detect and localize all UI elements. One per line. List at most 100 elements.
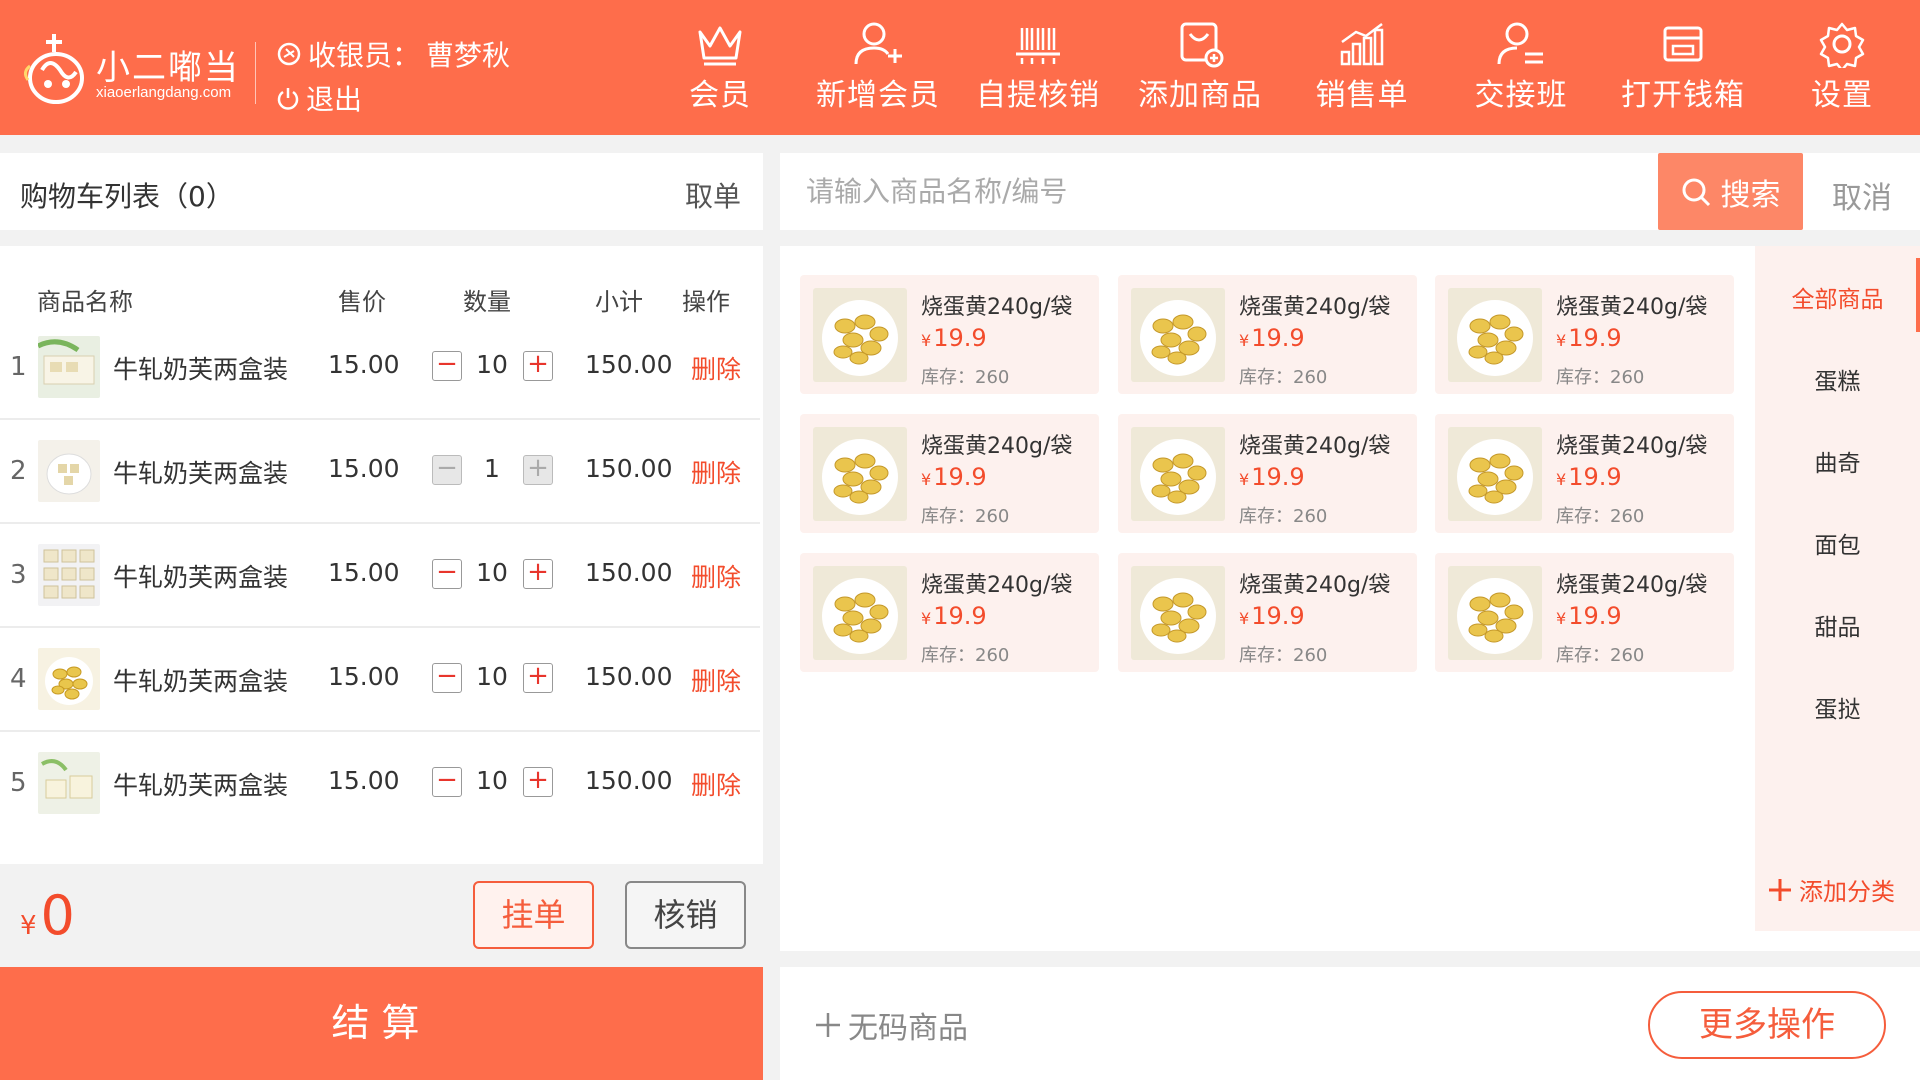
- currency-symbol: ¥: [1239, 609, 1250, 628]
- total-amount: 0: [40, 884, 75, 947]
- row-subtotal: 150.00: [585, 350, 673, 379]
- app-logo: 小二嘟当 xiaoerlangdang.com: [22, 26, 242, 116]
- nav-shift-handover[interactable]: 交接班: [1473, 20, 1569, 120]
- product-image: [1448, 288, 1542, 382]
- currency-symbol: ¥: [1239, 331, 1250, 350]
- nav-add-product-label: 添加商品: [1138, 78, 1262, 113]
- qty-increase-button[interactable]: +: [523, 351, 553, 381]
- cart-title: 购物车列表（0）: [20, 180, 234, 213]
- qty-value: 1: [484, 454, 500, 483]
- qty-increase-button[interactable]: +: [523, 767, 553, 797]
- no-barcode-product-button[interactable]: 无码商品: [814, 1003, 968, 1047]
- product-card[interactable]: 烧蛋黄240g/袋 ¥19.9 库存：260: [1435, 275, 1734, 394]
- retrieve-order-button[interactable]: 取单: [685, 175, 741, 215]
- product-name: 烧蛋黄240g/袋: [1556, 434, 1708, 459]
- delete-button[interactable]: 删除: [691, 766, 741, 802]
- product-name: 烧蛋黄240g/袋: [921, 295, 1073, 320]
- qty-increase-button[interactable]: +: [523, 455, 553, 485]
- product-image: [1131, 288, 1225, 382]
- product-name: 牛轧奶芙两盒装: [113, 459, 289, 488]
- category-cookie[interactable]: 曲奇: [1755, 444, 1920, 478]
- verify-button[interactable]: 核销: [625, 881, 746, 949]
- product-card[interactable]: 烧蛋黄240g/袋 ¥19.9 库存：260: [1118, 414, 1417, 533]
- nav-add-product[interactable]: 添加商品: [1137, 20, 1263, 120]
- table-row: 3 牛轧奶芙两盒装 15.00 − 10 + 150.00 删除: [0, 524, 763, 628]
- category-bread[interactable]: 面包: [1755, 526, 1920, 560]
- product-name: 牛轧奶芙两盒装: [113, 667, 289, 696]
- search-cancel-button[interactable]: 取消: [1832, 173, 1892, 217]
- logo-mark-icon: [23, 34, 84, 104]
- product-card[interactable]: 烧蛋黄240g/袋 ¥19.9 库存：260: [1118, 553, 1417, 672]
- delete-button[interactable]: 删除: [691, 454, 741, 490]
- product-name: 烧蛋黄240g/袋: [1239, 434, 1391, 459]
- table-row: 2 牛轧奶芙两盒装 15.00 − 1 + 150.00 删除: [0, 420, 763, 524]
- product-stock: 库存：260: [1556, 367, 1645, 388]
- nav-settings[interactable]: 设置: [1802, 20, 1882, 120]
- category-egg-tart[interactable]: 蛋挞: [1755, 690, 1920, 724]
- no-barcode-product-label: 无码商品: [848, 1011, 968, 1046]
- product-price: ¥19.9: [1239, 463, 1305, 491]
- product-stock: 库存：260: [1556, 645, 1645, 666]
- hold-order-button[interactable]: 挂单: [473, 881, 594, 949]
- more-actions-button[interactable]: 更多操作: [1648, 991, 1886, 1059]
- product-card[interactable]: 烧蛋黄240g/袋 ¥19.9 库存：260: [1435, 553, 1734, 672]
- product-image: [813, 427, 907, 521]
- nav-open-cash-drawer-label: 打开钱箱: [1621, 78, 1745, 113]
- nav-add-member[interactable]: 新增会员: [815, 20, 941, 120]
- top-header: 小二嘟当 xiaoerlangdang.com 收银员：曹梦秋 退出 会员 新: [0, 0, 1920, 135]
- search-icon: [1682, 178, 1710, 206]
- search-input[interactable]: [780, 153, 1658, 230]
- checkout-button[interactable]: 结算: [0, 967, 763, 1080]
- nav-sales-order[interactable]: 销售单: [1314, 20, 1410, 120]
- product-name: 烧蛋黄240g/袋: [921, 573, 1073, 598]
- price-value: 19.9: [933, 602, 987, 630]
- product-price: ¥19.9: [1556, 463, 1622, 491]
- product-stock: 库存：260: [1239, 645, 1328, 666]
- product-card[interactable]: 烧蛋黄240g/袋 ¥19.9 库存：260: [1435, 414, 1734, 533]
- currency-symbol: ¥: [921, 331, 932, 350]
- product-card[interactable]: 烧蛋黄240g/袋 ¥19.9 库存：260: [800, 553, 1099, 672]
- cart-header: 购物车列表（0） 取单: [0, 153, 763, 230]
- sales-chart-icon: [1340, 23, 1384, 66]
- nav-sales-order-label: 销售单: [1315, 78, 1409, 113]
- delete-button[interactable]: 删除: [691, 350, 741, 386]
- cashier-info: 收银员： 曹梦秋: [276, 34, 510, 74]
- plus-icon: [1769, 878, 1791, 901]
- category-cake[interactable]: 蛋糕: [1755, 362, 1920, 396]
- plus-icon: [816, 1013, 840, 1037]
- nav-member-label: 会员: [689, 78, 751, 113]
- logo-name: 小二嘟当: [96, 48, 240, 88]
- product-price: ¥19.9: [921, 463, 987, 491]
- product-stock: 库存：260: [1239, 506, 1328, 527]
- product-image: [813, 288, 907, 382]
- category-dessert[interactable]: 甜品: [1755, 608, 1920, 642]
- price-value: 19.9: [1251, 324, 1305, 352]
- currency-symbol: ¥: [1239, 470, 1250, 489]
- product-card[interactable]: 烧蛋黄240g/袋 ¥19.9 库存：260: [800, 275, 1099, 394]
- nav-member[interactable]: 会员: [680, 20, 760, 120]
- category-sidebar: 全部商品 蛋糕 曲奇 面包 甜品 蛋挞 添加分类: [1755, 246, 1920, 931]
- currency-symbol: ¥: [1556, 470, 1567, 489]
- product-price: ¥19.9: [1239, 324, 1305, 352]
- qty-increase-button[interactable]: +: [523, 663, 553, 693]
- delete-button[interactable]: 删除: [691, 558, 741, 594]
- nav-open-cash-drawer[interactable]: 打开钱箱: [1620, 20, 1746, 120]
- product-card[interactable]: 烧蛋黄240g/袋 ¥19.9 库存：260: [1118, 275, 1417, 394]
- currency-symbol: ¥: [921, 470, 932, 489]
- search-button[interactable]: 搜索: [1658, 153, 1803, 230]
- cashier-name: 曹梦秋: [426, 39, 511, 72]
- price-value: 19.9: [933, 324, 987, 352]
- logout-button[interactable]: 退出: [276, 78, 362, 118]
- currency-symbol: ¥: [921, 609, 932, 628]
- nav-pickup-verify[interactable]: 自提核销: [975, 20, 1101, 120]
- delete-button[interactable]: 删除: [691, 662, 741, 698]
- row-subtotal: 150.00: [585, 454, 673, 483]
- gear-icon: [1819, 22, 1865, 68]
- cashier-label: 收银员：: [308, 39, 421, 72]
- category-all[interactable]: 全部商品: [1755, 280, 1920, 314]
- product-price: 15.00: [328, 766, 400, 795]
- product-card[interactable]: 烧蛋黄240g/袋 ¥19.9 库存：260: [800, 414, 1099, 533]
- product-grid: 烧蛋黄240g/袋 ¥19.9 库存：260 烧蛋黄240g/袋 ¥19.9 库…: [780, 246, 1920, 951]
- add-category-button[interactable]: 添加分类: [1767, 872, 1895, 907]
- qty-increase-button[interactable]: +: [523, 559, 553, 589]
